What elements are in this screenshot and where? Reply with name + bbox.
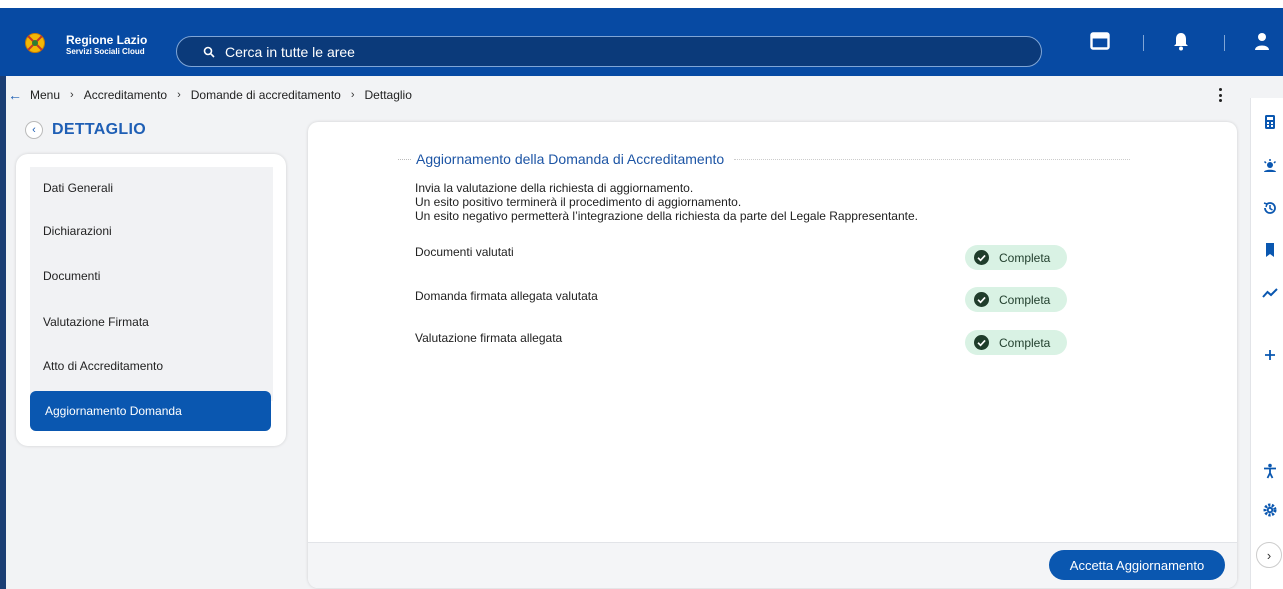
window-icon[interactable] [1090,32,1110,50]
detail-header: ‹ DETTAGLIO [25,121,146,139]
bookmark-icon[interactable] [1262,242,1278,258]
intro-line: Un esito positivo terminerà il procedime… [415,195,742,209]
header-separator [1143,35,1144,51]
intro-line: Invia la valutazione della richiesta di … [415,181,694,195]
chevron-right-icon: › [177,89,181,101]
accept-update-button[interactable]: Accetta Aggiornamento [1049,550,1225,580]
sidebar-item-valutazione-firmata[interactable]: Valutazione Firmata [28,304,271,340]
check-row-label: Documenti valutati [415,245,514,259]
section-title-row: Aggiornamento della Domanda di Accredita… [398,151,1130,167]
collapse-chevron-icon[interactable]: ‹ [25,121,43,139]
status-badge: Completa [965,330,1067,355]
search-placeholder: Cerca in tutte le aree [225,43,355,60]
more-options-icon[interactable] [1213,86,1227,104]
back-arrow-icon[interactable]: ← [8,87,22,103]
regione-lazio-logo [25,33,45,53]
breadcrumb-item[interactable]: Accreditamento [84,88,167,102]
search-input[interactable]: Cerca in tutte le aree [176,36,1042,67]
status-text: Completa [999,335,1051,350]
status-text: Completa [999,292,1051,307]
sidebar-item-aggiornamento-domanda[interactable]: Aggiornamento Domanda [30,391,271,431]
chevron-right-icon[interactable]: › [1256,542,1282,568]
app-header: Regione Lazio Servizi Sociali Cloud Cerc… [0,8,1283,76]
breadcrumb-item[interactable]: Domande di accreditamento [191,88,341,102]
check-circle-icon [974,292,989,307]
trend-icon[interactable] [1262,285,1278,301]
left-edge-bar [0,76,6,589]
breadcrumb-item: Dettaglio [364,88,412,102]
history-icon[interactable] [1262,200,1278,216]
main-card: Aggiornamento della Domanda di Accredita… [308,122,1237,588]
breadcrumb: ← Menu › Accreditamento › Domande di acc… [0,84,1240,106]
search-icon [203,46,215,58]
status-badge: Completa [965,287,1067,312]
breadcrumb-item[interactable]: Menu [30,88,60,102]
sidebar-title: DETTAGLIO [52,121,146,138]
intro-text: Invia la valutazione della richiesta di … [415,181,918,223]
chevron-right-icon: › [70,89,74,101]
sidebar-item-atto-accreditamento[interactable]: Atto di Accreditamento [28,348,271,384]
sidebar-item-dichiarazioni[interactable]: Dichiarazioni [28,213,271,249]
plus-icon[interactable] [1262,347,1278,363]
chevron-right-icon: › [350,89,355,101]
bell-icon[interactable] [1173,32,1189,51]
check-row-label: Valutazione firmata allegata [415,331,563,345]
section-title: Aggiornamento della Domanda di Accredita… [416,151,725,167]
accessibility-icon[interactable] [1262,463,1278,479]
status-text: Completa [999,250,1051,265]
intro-line: Un esito negativo permetterà l’integrazi… [415,209,918,223]
brand-subtitle: Servizi Sociali Cloud [66,47,145,56]
brand-title: Regione Lazio [66,33,148,47]
user-icon[interactable] [1254,32,1270,51]
header-separator [1224,35,1225,51]
check-row-label: Domanda firmata allegata valutata [415,289,598,303]
brand[interactable]: Regione Lazio Servizi Sociali Cloud [66,34,147,56]
check-circle-icon [974,335,989,350]
sidebar-item-dati-generali[interactable]: Dati Generali [28,170,271,206]
calculator-icon[interactable] [1262,114,1278,130]
settings-icon[interactable] [1262,502,1278,518]
sidebar-item-documenti[interactable]: Documenti [28,258,271,294]
top-strip [0,0,1283,8]
status-badge: Completa [965,245,1067,270]
weather-icon[interactable] [1262,158,1278,174]
check-circle-icon [974,250,989,265]
